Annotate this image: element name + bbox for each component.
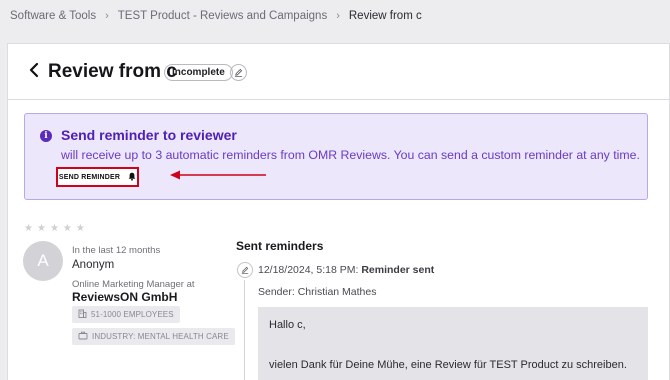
- back-arrow-icon[interactable]: [27, 60, 41, 80]
- status-badge: Incomplete: [164, 64, 233, 81]
- bell-icon: [128, 172, 136, 183]
- sent-reminders-heading: Sent reminders: [236, 239, 324, 253]
- timeline-line: [244, 280, 245, 380]
- star-icon: ★: [75, 223, 85, 234]
- edit-pencil-icon: [237, 262, 253, 278]
- reviewer-name: Anonym: [72, 259, 115, 271]
- annotation-arrow: [170, 170, 266, 180]
- reviewer-company: ReviewsON GmbH: [72, 290, 178, 304]
- message-greeting: Hallo c,: [269, 319, 306, 331]
- breadcrumb-product[interactable]: TEST Product - Reviews and Campaigns: [118, 10, 327, 22]
- reminder-event-label: Reminder sent: [361, 264, 435, 276]
- alert-description: will receive up to 3 automatic reminders…: [61, 148, 640, 162]
- breadcrumb-current: Review from c: [348, 10, 422, 22]
- star-icon: ★: [49, 223, 59, 234]
- star-icon: ★: [24, 223, 33, 234]
- message-body: vielen Dank für Deine Mühe, eine Review …: [269, 359, 627, 371]
- breadcrumb: Software & Tools › TEST Product - Review…: [10, 10, 422, 22]
- breadcrumb-separator: ›: [336, 10, 340, 22]
- reminder-event: 12/18/2024, 5:18 PM: Reminder sent: [258, 264, 434, 276]
- review-period: In the last 12 months: [72, 245, 161, 256]
- industry-tag: INDUSTRY: MENTAL HEALTH CARE: [72, 328, 235, 345]
- reminder-message: Hallo c, vielen Dank für Deine Mühe, ein…: [258, 307, 648, 380]
- briefcase-icon: [78, 331, 88, 342]
- review-header: Review from c Incomplete: [8, 44, 669, 100]
- breadcrumb-software-tools[interactable]: Software & Tools: [10, 10, 96, 22]
- employees-tag-label: 51-1000 EMPLOYEES: [91, 310, 174, 319]
- star-icon: ★: [36, 223, 46, 234]
- avatar: A: [23, 241, 63, 281]
- edit-pencil-icon[interactable]: [230, 64, 247, 81]
- breadcrumb-separator: ›: [105, 10, 109, 22]
- reviewer-role: Online Marketing Manager at: [72, 279, 195, 290]
- reminder-event-time: 12/18/2024, 5:18 PM:: [258, 264, 359, 276]
- send-reminder-label: SEND REMINDER: [58, 173, 121, 181]
- star-icon: ★: [62, 223, 72, 234]
- rating-stars: ★ ★ ★ ★ ★: [24, 223, 85, 234]
- page-title: Review from c: [48, 61, 177, 82]
- building-icon: [78, 309, 87, 320]
- reminder-alert: i Send reminder to reviewer will receive…: [24, 113, 648, 200]
- send-reminder-button[interactable]: SEND REMINDER: [56, 167, 139, 187]
- info-icon: i: [40, 130, 52, 142]
- alert-title: Send reminder to reviewer: [61, 127, 237, 143]
- industry-tag-label: INDUSTRY: MENTAL HEALTH CARE: [92, 332, 229, 341]
- review-card: Review from c Incomplete i Send reminder…: [7, 43, 670, 380]
- reminder-sender: Sender: Christian Mathes: [258, 286, 377, 298]
- employees-tag: 51-1000 EMPLOYEES: [72, 306, 180, 323]
